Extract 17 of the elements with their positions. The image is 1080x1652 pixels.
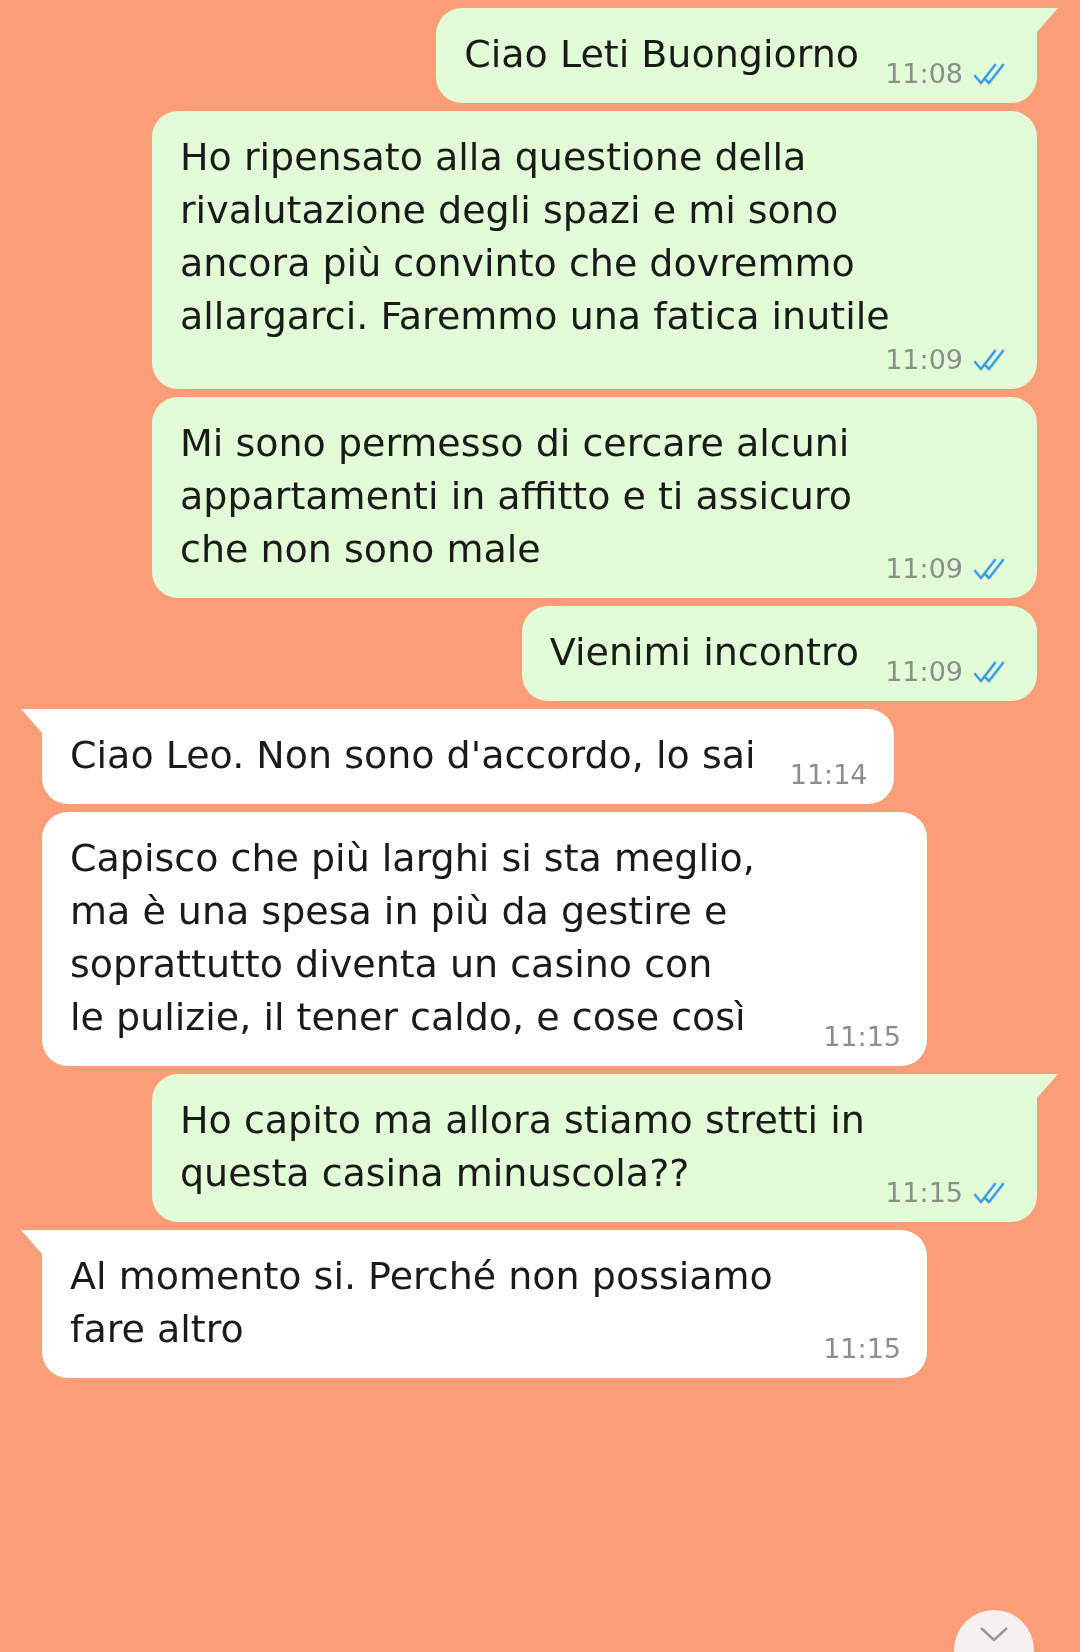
message-text: Capisco che più larghi si sta meglio, ma è una spesa in più da gestire e soprattutto diventa un casino con le pulizie, il tener caldo, e cose così bbox=[70, 836, 755, 1039]
message-text: Mi sono permesso di cercare alcuni appartamenti in affitto e ti assicuro che non sono male bbox=[180, 421, 852, 571]
message-text: Ciao Leti Buongiorno bbox=[464, 32, 859, 76]
message-text: Al momento si. Perché non possiamo fare altro bbox=[70, 1254, 773, 1351]
message-time: 11:09 bbox=[885, 344, 963, 375]
message-time: 11:09 bbox=[885, 553, 963, 584]
message-time: 11:15 bbox=[885, 1177, 963, 1208]
message-time: 11:15 bbox=[823, 1333, 901, 1364]
message-time: 11:08 bbox=[885, 58, 963, 89]
message-text: Ciao Leo. Non sono d'accordo, lo sai bbox=[70, 733, 756, 777]
message-time: 11:15 bbox=[823, 1021, 901, 1052]
message-time: 11:09 bbox=[885, 656, 963, 687]
message-text: Ho ripensato alla questione della rivalutazione degli spazi e mi sono ancora più convinto che dovremmo allargarci. Faremmo una fatica inutile bbox=[180, 135, 890, 338]
message-text: Ho capito ma allora stiamo stretti in questa casina minuscola?? bbox=[180, 1098, 865, 1195]
message-time: 11:14 bbox=[789, 759, 868, 790]
chevron-down-icon bbox=[979, 1626, 1009, 1642]
message-text: Vienimi incontro bbox=[549, 630, 859, 674]
